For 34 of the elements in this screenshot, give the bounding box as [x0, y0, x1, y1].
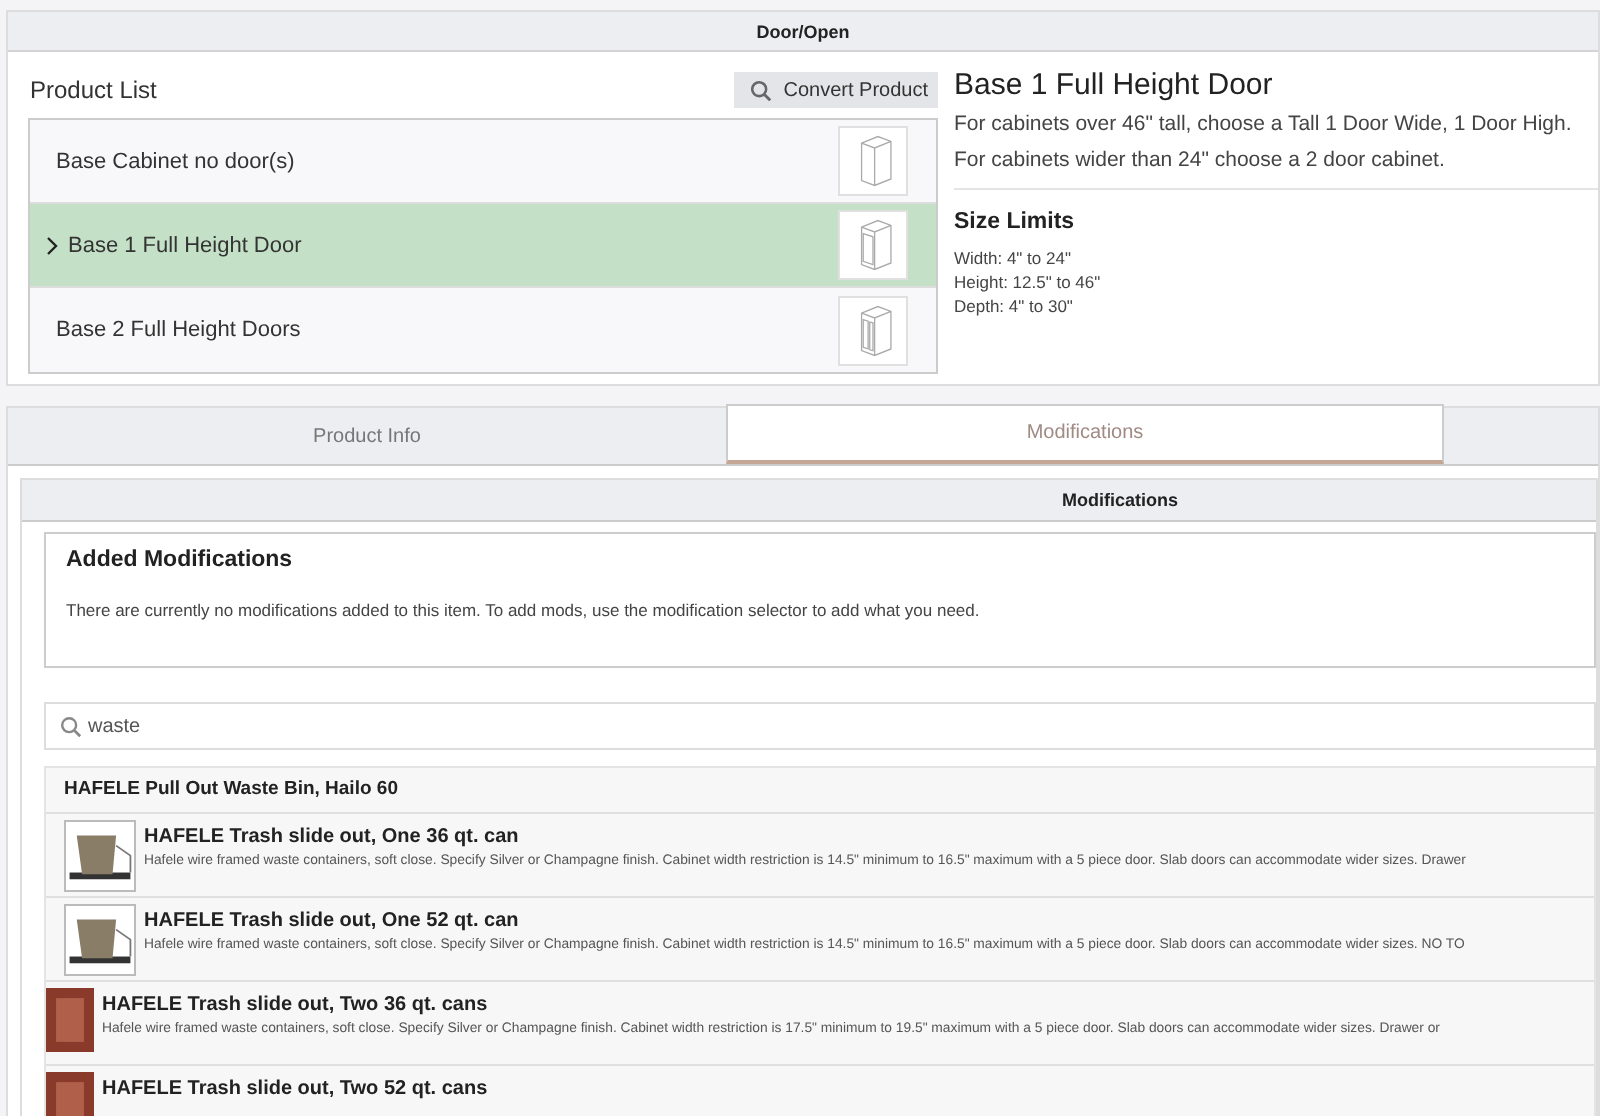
product-list-item[interactable]: Base 1 Full Height Door	[30, 204, 936, 288]
chevron-right-icon	[46, 235, 58, 255]
tab[interactable]: Product Info	[8, 408, 726, 464]
product-name: Base 1 Full Height Door	[68, 233, 302, 257]
result-title: HAFELE Trash slide out, One 52 qt. can	[144, 910, 521, 932]
product-name: Base Cabinet no door(s)	[56, 149, 295, 173]
result-row[interactable]	[46, 814, 1594, 898]
result-title: HAFELE Trash slide out, Two 36 qt. cans	[102, 994, 490, 1016]
search-icon	[749, 79, 772, 101]
product-note: For cabinets wider than 24" choose a 2 door cabinet.	[954, 148, 1447, 172]
size-limit: Depth: 4" to 30"	[954, 294, 1075, 318]
search-field[interactable]: waste	[44, 702, 1596, 750]
size-limits-title: Size Limits	[954, 210, 1077, 234]
photo-placeholder	[46, 988, 94, 1052]
result-title: HAFELE Trash slide out, One 36 qt. can	[144, 826, 521, 848]
convert-product-button[interactable]: Convert Product	[733, 72, 938, 108]
section-title: Added Modifications	[66, 548, 295, 572]
size-limit: Height: 12.5" to 46"	[954, 270, 1103, 294]
product-list-title: Product List	[30, 76, 157, 104]
result-row[interactable]	[46, 898, 1594, 982]
panel-title: Modifications	[22, 480, 1596, 522]
product-note: For cabinets over 46" tall, choose a Tall 1 Door Wide, 1 Door High.	[954, 112, 1574, 136]
product-name: Base 2 Full Height Doors	[56, 318, 301, 342]
panel-title: Door/Open	[8, 12, 1598, 52]
size-limit: Width: 4" to 24"	[954, 246, 1073, 270]
product-list-item[interactable]: Base 2 Full Height Doors	[30, 288, 936, 372]
product-title: Base 1 Full Height Door	[954, 68, 1275, 102]
search-icon	[60, 716, 82, 738]
result-row[interactable]	[46, 982, 1594, 1066]
product-list-item[interactable]: Base Cabinet no door(s)	[30, 120, 936, 204]
group-heading: HAFELE Pull Out Waste Bin, Hailo 60	[46, 768, 1594, 814]
result-title: HAFELE Trash slide out, Two 52 qt. cans	[102, 1078, 488, 1100]
result-row[interactable]: HAFELE Trash slide out, Two 52 qt. cans	[46, 1066, 1594, 1116]
info-text: There are currently no modifications added to this item. To add mods, use the modification selector to add what you need.	[66, 600, 982, 620]
